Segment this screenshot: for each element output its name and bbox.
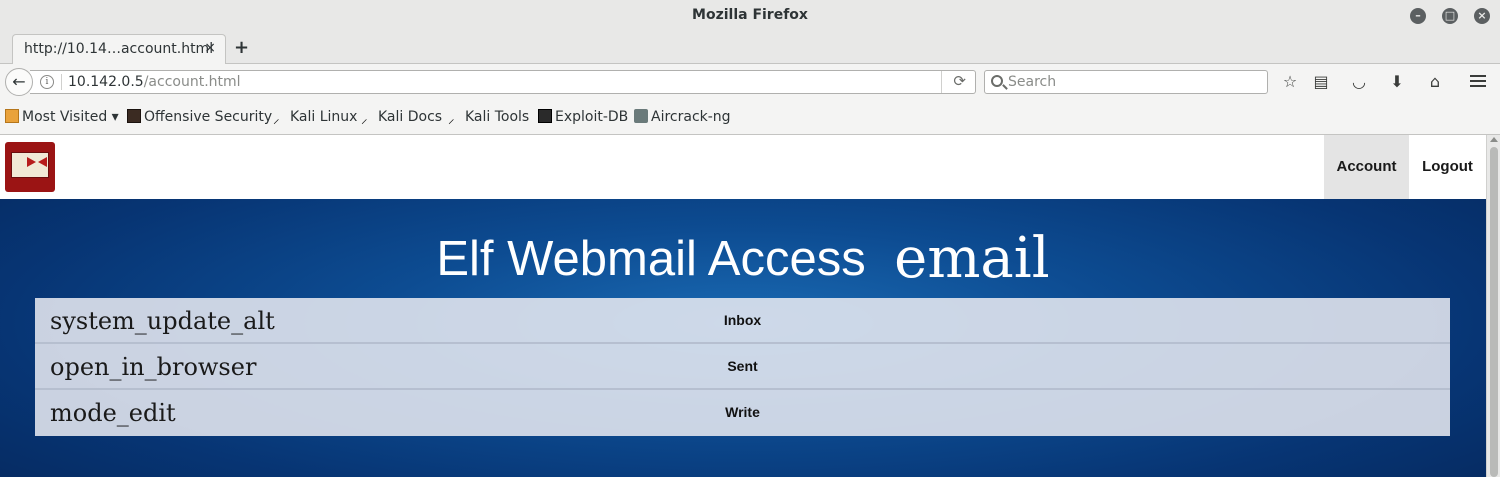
- kali-icon: ⸝: [273, 112, 280, 127]
- bookmark-label: Exploit-DB: [555, 109, 629, 125]
- bookmark-most-visited[interactable]: Most Visited ▾: [5, 109, 119, 125]
- bookmark-kali-docs[interactable]: ⸝ Kali Docs: [361, 109, 442, 127]
- tab-label: http://10.14…account.html: [24, 41, 214, 57]
- site-header: Account Logout: [0, 135, 1486, 199]
- bookmark-label: Aircrack-ng: [651, 109, 731, 125]
- aircrack-icon: [634, 109, 648, 123]
- mail-menu: system_update_alt Inbox open_in_browser …: [35, 298, 1450, 436]
- offsec-icon: [127, 109, 141, 123]
- bookmark-label: Offensive Security: [144, 109, 273, 125]
- bookmark-kali-tools[interactable]: ⸝ Kali Tools: [448, 109, 529, 127]
- bookmark-kali-linux[interactable]: ⸝ Kali Linux: [273, 109, 357, 127]
- search-bar[interactable]: [984, 70, 1268, 94]
- url-host: 10.142.0.5: [68, 74, 144, 90]
- exploitdb-icon: [538, 109, 552, 123]
- email-icon: email: [894, 226, 1050, 291]
- tab-strip: http://10.14…account.html × +: [0, 32, 1500, 65]
- close-window-icon[interactable]: ×: [1474, 8, 1490, 24]
- downloads-icon[interactable]: ⬇: [1387, 72, 1407, 92]
- window-title: Mozilla Firefox: [692, 7, 808, 23]
- menu-item-label: Write: [725, 404, 760, 420]
- page-title: Elf Webmail Access: [436, 231, 866, 286]
- bookmark-aircrack-ng[interactable]: Aircrack-ng: [634, 109, 731, 125]
- scroll-up-icon[interactable]: [1490, 137, 1498, 142]
- tab-close-icon[interactable]: ×: [204, 40, 216, 56]
- bookmark-exploit-db[interactable]: Exploit-DB: [538, 109, 628, 125]
- folder-icon: [5, 109, 19, 123]
- kali-icon: ⸝: [448, 112, 455, 127]
- maximize-icon[interactable]: □: [1442, 8, 1458, 24]
- reload-separator: [941, 71, 942, 93]
- bookmarks-toolbar: Most Visited ▾ Offensive Security ⸝ Kali …: [0, 100, 1500, 135]
- bookmark-label: Kali Linux: [290, 109, 358, 125]
- menu-item-sent[interactable]: open_in_browser Sent: [35, 344, 1450, 390]
- menu-item-label: Sent: [727, 358, 758, 374]
- back-button[interactable]: ←: [5, 68, 33, 96]
- page-scrollbar[interactable]: [1486, 135, 1500, 477]
- search-icon: [991, 75, 1003, 87]
- search-input[interactable]: [1008, 73, 1258, 91]
- url-path: /account.html: [143, 74, 241, 90]
- bookmark-offensive-security[interactable]: Offensive Security: [127, 109, 272, 125]
- page-content: Account Logout Elf Webmail Access email …: [0, 135, 1486, 477]
- url-text[interactable]: 10.142.0.5/account.html: [68, 74, 241, 90]
- page-heading: Elf Webmail Access email: [0, 226, 1486, 291]
- bookmark-label: Most Visited ▾: [22, 109, 119, 125]
- site-info-icon[interactable]: i: [40, 75, 54, 89]
- menu-item-label: Inbox: [723, 312, 762, 328]
- menu-item-inbox[interactable]: system_update_alt Inbox: [35, 298, 1450, 344]
- bookmark-label: Kali Tools: [465, 109, 530, 125]
- tab-account[interactable]: http://10.14…account.html ×: [12, 34, 226, 65]
- menu-hamburger-icon[interactable]: [1470, 75, 1486, 89]
- back-arrow-icon: ←: [12, 72, 26, 91]
- envelope-logo-icon: [11, 152, 49, 178]
- bookmark-star-icon[interactable]: ☆: [1280, 72, 1300, 92]
- bow-icon: [27, 157, 47, 167]
- site-logo[interactable]: [5, 142, 55, 192]
- pocket-icon[interactable]: ◡: [1349, 72, 1369, 92]
- menu-item-write[interactable]: mode_edit Write: [35, 390, 1450, 436]
- nav-account-link[interactable]: Account: [1324, 135, 1409, 199]
- reload-icon[interactable]: ⟳: [953, 72, 966, 90]
- nav-logout-link[interactable]: Logout: [1409, 135, 1486, 199]
- url-separator: [61, 74, 62, 90]
- scroll-thumb[interactable]: [1490, 147, 1498, 477]
- navigation-toolbar: i 10.142.0.5/account.html ⟳ ← ☆ ▤ ◡ ⬇ ⌂: [0, 64, 1500, 100]
- home-icon[interactable]: ⌂: [1425, 72, 1445, 92]
- new-tab-button[interactable]: +: [234, 37, 249, 58]
- url-bar[interactable]: i 10.142.0.5/account.html ⟳: [30, 70, 976, 94]
- kali-icon: ⸝: [361, 112, 368, 127]
- window-titlebar: Mozilla Firefox – □ ×: [0, 0, 1500, 32]
- bookmark-label: Kali Docs: [378, 109, 443, 125]
- minimize-icon[interactable]: –: [1410, 8, 1426, 24]
- reading-list-icon[interactable]: ▤: [1311, 72, 1331, 92]
